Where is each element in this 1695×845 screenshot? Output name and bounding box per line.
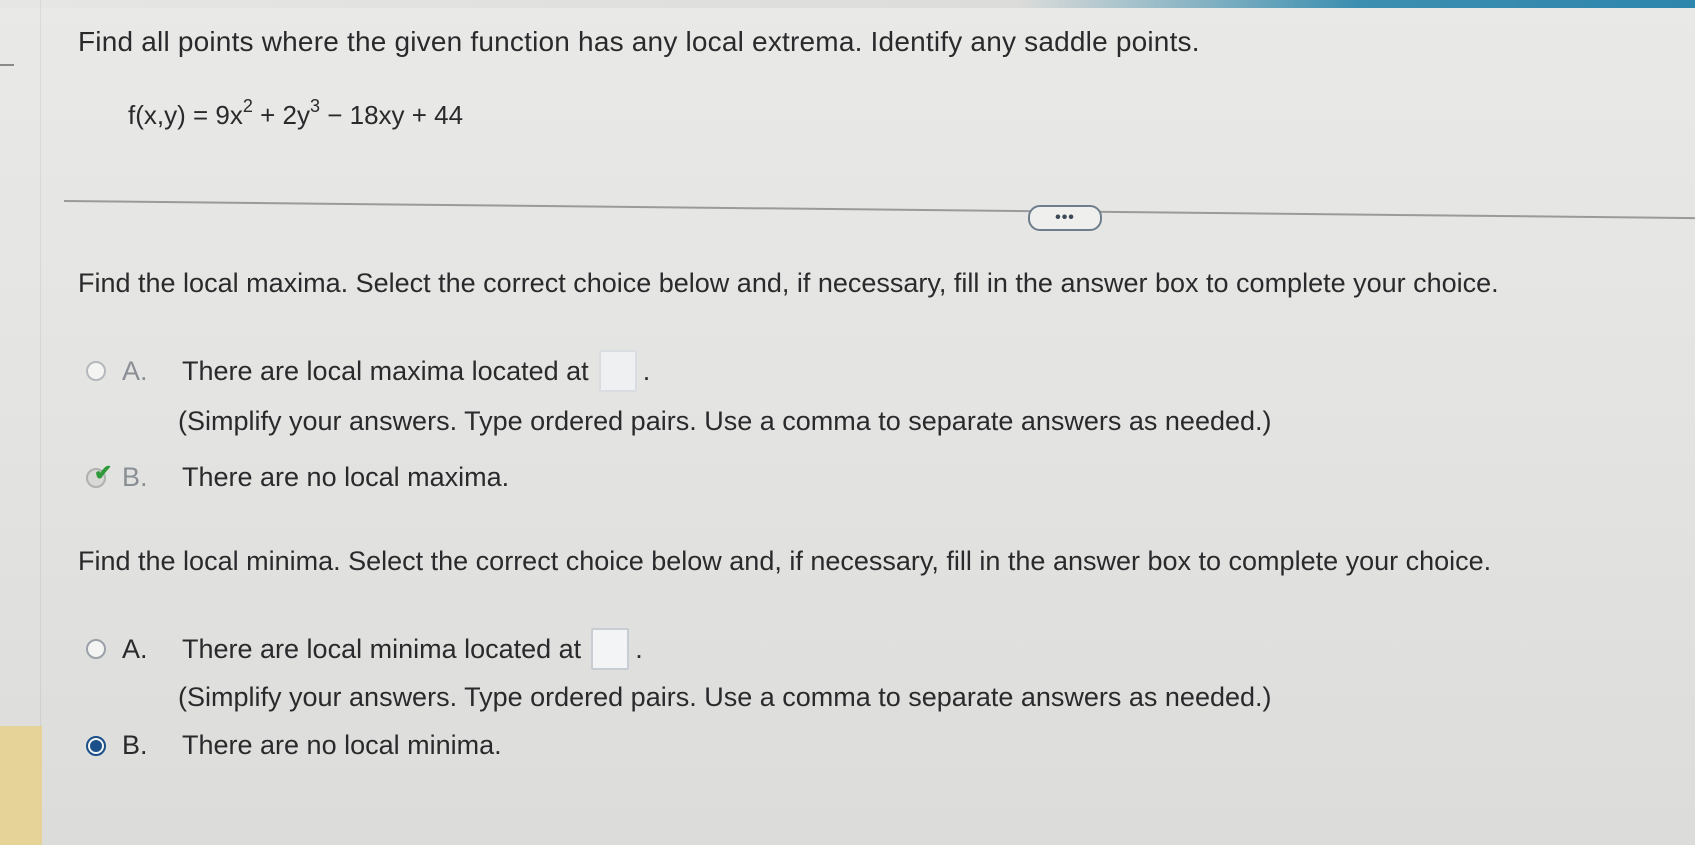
maxima-answer-box[interactable] — [598, 350, 637, 392]
minima-option-a-letter: A. — [122, 633, 148, 664]
function-suffix: − 18xy + 44 — [319, 100, 464, 130]
maxima-option-b-radio[interactable]: ✔ — [86, 460, 112, 488]
minima-title: Find the local minima. Select the correc… — [78, 546, 1492, 576]
more-button[interactable]: ••• — [1028, 205, 1102, 231]
minima-option-b-text: There are no local minima. — [182, 730, 502, 760]
minima-option-b-letter: B. — [122, 730, 148, 760]
checkmark-icon: ✔ — [94, 459, 113, 485]
minima-option-a-note: (Simplify your answers. Type ordered pai… — [178, 682, 1272, 712]
maxima-option-a-note: (Simplify your answers. Type ordered pai… — [178, 406, 1272, 436]
maxima-option-b-letter: B. — [122, 462, 148, 492]
left-edge — [40, 0, 41, 845]
function-expression: f(x,y) = 9x2 + 2y3 − 18xy + 44 — [128, 97, 464, 131]
top-bar — [0, 0, 1695, 8]
question-text: Find all points where the given function… — [78, 26, 1200, 57]
left-edge-marker — [0, 64, 14, 66]
function-exponent-1: 2 — [242, 96, 253, 116]
minima-option-a[interactable]: A. There are local minima located at . — [86, 628, 643, 670]
minima-option-b-radio[interactable] — [86, 735, 106, 756]
maxima-option-a-radio[interactable] — [86, 361, 106, 381]
radio-selected-dot — [90, 739, 102, 752]
minima-option-a-text: There are local minima located at — [182, 633, 582, 664]
maxima-option-a-text: There are local maxima located at — [182, 355, 589, 386]
maxima-option-a[interactable]: A. There are local maxima located at . — [86, 350, 650, 392]
maxima-option-a-letter: A. — [122, 355, 148, 386]
maxima-option-b[interactable]: ✔ B. There are no local maxima. — [86, 460, 510, 493]
minima-option-b[interactable]: B. There are no local minima. — [86, 730, 502, 761]
function-mid: + 2y — [252, 100, 310, 130]
maxima-option-a-period: . — [642, 355, 651, 386]
section-divider — [63, 200, 1695, 220]
minima-answer-box[interactable] — [591, 628, 630, 670]
function-exponent-2: 3 — [309, 96, 320, 116]
left-sticky-note — [0, 726, 42, 845]
minima-option-a-period: . — [635, 633, 643, 664]
minima-option-a-radio[interactable] — [86, 639, 106, 659]
function-prefix: f(x,y) = 9x — [128, 100, 243, 130]
maxima-title: Find the local maxima. Select the correc… — [78, 268, 1499, 298]
maxima-option-b-text: There are no local maxima. — [182, 462, 510, 492]
